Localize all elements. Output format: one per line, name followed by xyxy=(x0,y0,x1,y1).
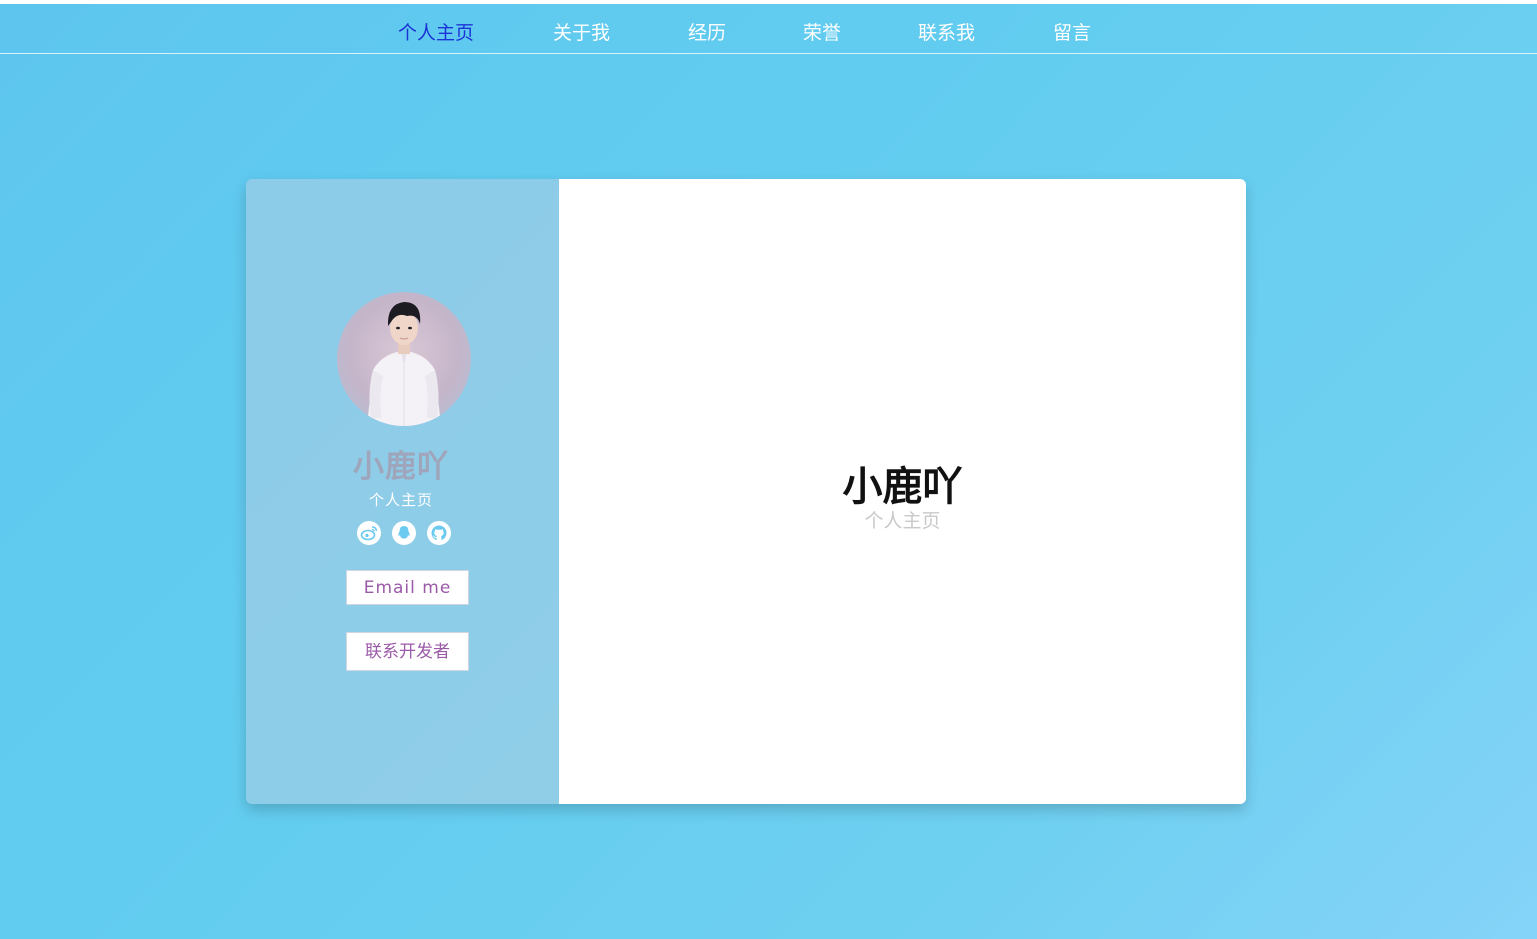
profile-name: 小鹿吖 xyxy=(353,449,449,485)
profile-sidebar: 小鹿吖 个人主页 Email me 联系开发者 xyxy=(246,179,559,804)
email-me-button[interactable]: Email me xyxy=(346,570,469,605)
contact-developer-button[interactable]: 联系开发者 xyxy=(346,632,469,671)
github-icon[interactable] xyxy=(427,521,451,545)
nav-item-messages[interactable]: 留言 xyxy=(1053,18,1091,45)
main-panel: 小鹿吖 个人主页 xyxy=(559,179,1246,804)
nav-item-experience[interactable]: 经历 xyxy=(688,18,726,45)
top-navbar: 个人主页 关于我 经历 荣誉 联系我 留言 xyxy=(0,4,1537,54)
nav-item-honors[interactable]: 荣誉 xyxy=(803,18,841,45)
avatar-portrait xyxy=(367,302,441,426)
profile-subtitle: 个人主页 xyxy=(368,491,433,509)
weibo-icon[interactable] xyxy=(357,521,381,545)
avatar xyxy=(337,292,471,426)
nav-item-home[interactable]: 个人主页 xyxy=(398,18,474,45)
nav-item-about[interactable]: 关于我 xyxy=(553,18,610,45)
profile-card: 小鹿吖 个人主页 Email me 联系开发者 小鹿吖 个人主页 xyxy=(246,179,1246,804)
main-title: 小鹿吖 xyxy=(842,464,963,510)
qq-icon[interactable] xyxy=(392,521,416,545)
main-subtitle: 个人主页 xyxy=(864,510,941,532)
nav-item-contact[interactable]: 联系我 xyxy=(918,18,975,45)
